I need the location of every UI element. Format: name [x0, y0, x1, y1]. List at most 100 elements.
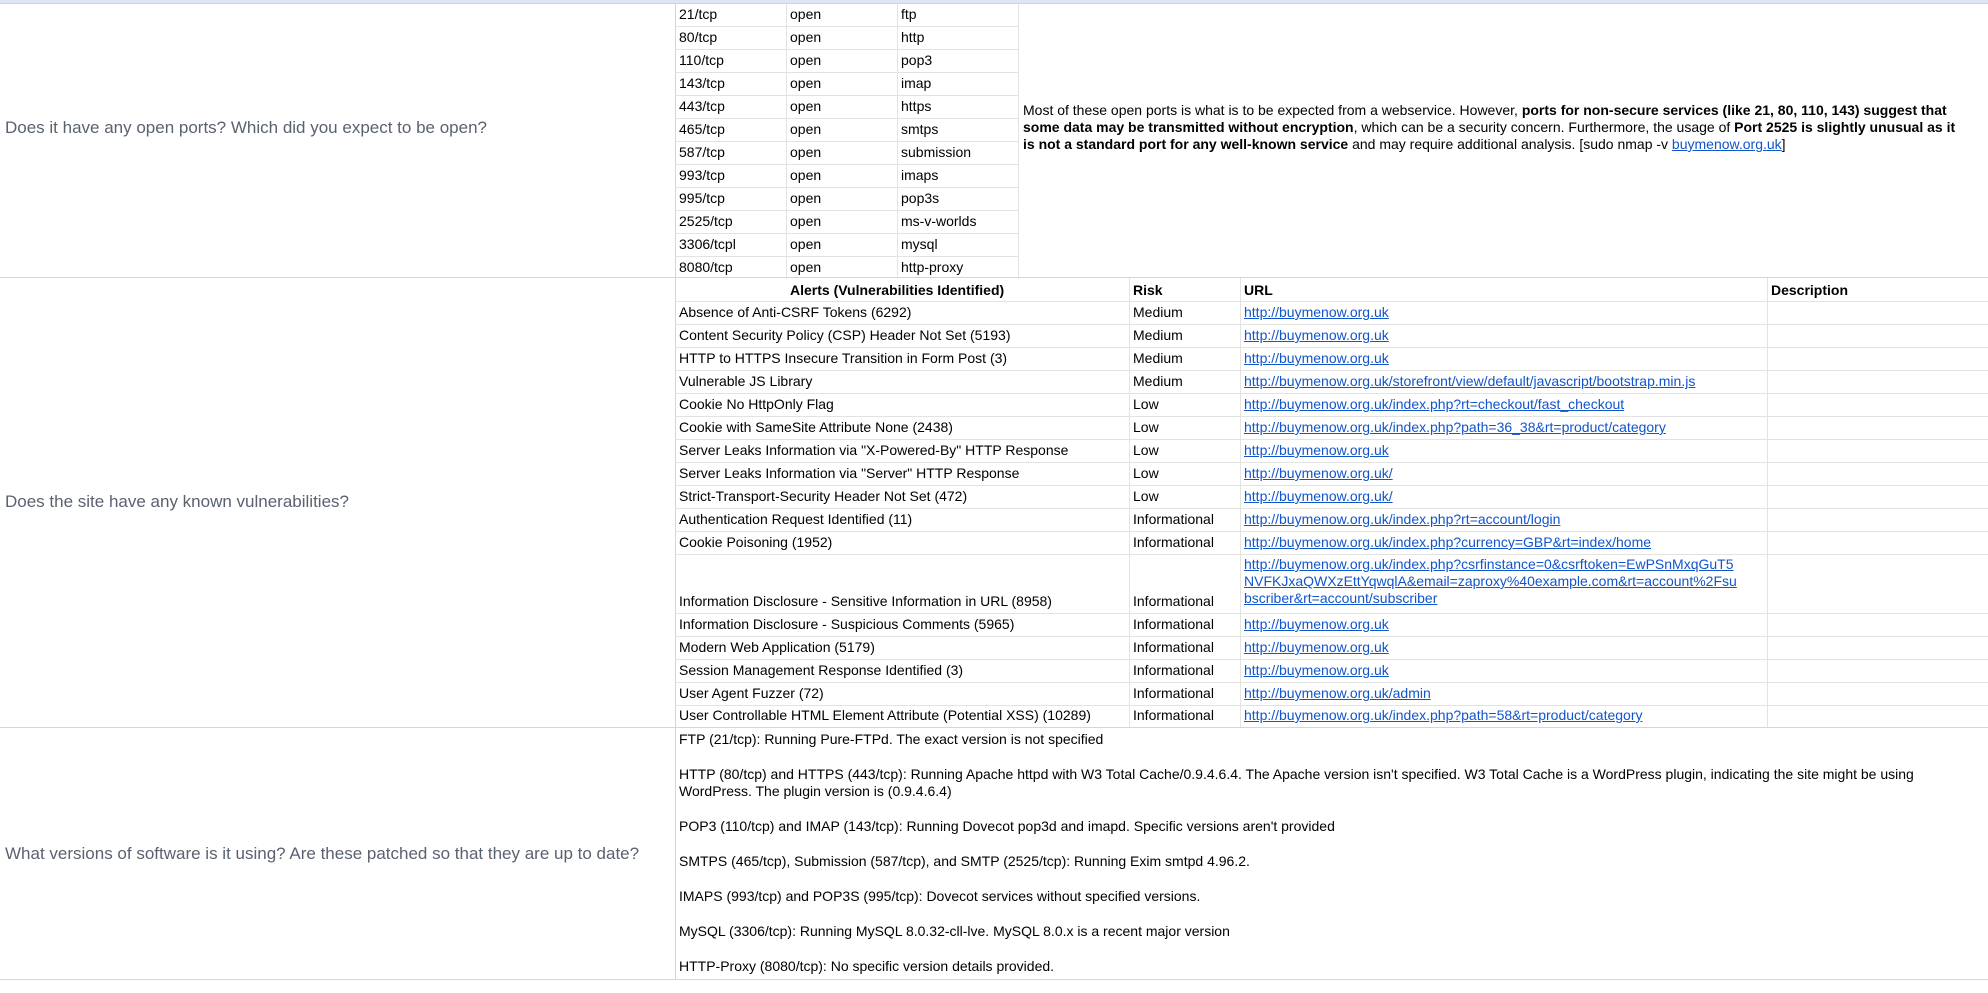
alert-name[interactable]: Cookie with SameSite Attribute None (243… [679, 419, 953, 436]
alert-url-link[interactable]: http://buymenow.org.uk/ [1244, 488, 1393, 505]
port-cell-state[interactable]: open [790, 52, 821, 69]
port-cell-port[interactable]: 8080/tcp [679, 259, 733, 276]
port-cell-port[interactable]: 465/tcp [679, 121, 725, 138]
alert-name[interactable]: Modern Web Application (5179) [679, 639, 875, 656]
alert-url-link[interactable]: http://buymenow.org.uk/index.php?currenc… [1244, 534, 1651, 551]
alert-url-link[interactable]: http://buymenow.org.uk [1244, 616, 1389, 633]
alert-name[interactable]: Information Disclosure - Suspicious Comm… [679, 616, 1014, 633]
alert-risk[interactable]: Medium [1133, 327, 1183, 344]
alert-name[interactable]: Session Management Response Identified (… [679, 662, 963, 679]
port-cell-state[interactable]: open [790, 144, 821, 161]
nmap-target-link[interactable]: buymenow.org.uk [1672, 136, 1782, 152]
alert-url-link[interactable]: http://buymenow.org.uk [1244, 327, 1389, 344]
port-cell-port[interactable]: 110/tcp [679, 52, 724, 69]
port-cell-state[interactable]: open [790, 236, 821, 253]
alert-risk[interactable]: Low [1133, 465, 1159, 482]
port-cell-state[interactable]: open [790, 29, 821, 46]
alert-url-link[interactable]: http://buymenow.org.uk/ [1244, 465, 1393, 482]
alert-name[interactable]: Content Security Policy (CSP) Header Not… [679, 327, 1010, 344]
port-cell-service[interactable]: imap [901, 75, 931, 92]
port-cell-port[interactable]: 143/tcp [679, 75, 725, 92]
alert-risk[interactable]: Medium [1133, 350, 1183, 367]
alert-name[interactable]: Cookie No HttpOnly Flag [679, 396, 834, 413]
port-cell-port[interactable]: 995/tcp [679, 190, 725, 207]
port-cell-port[interactable]: 993/tcp [679, 167, 725, 184]
alert-name[interactable]: Information Disclosure - Sensitive Infor… [679, 593, 1052, 610]
alert-name[interactable]: Server Leaks Information via "Server" HT… [679, 465, 1019, 482]
alert-name[interactable]: Cookie Poisoning (1952) [679, 534, 832, 551]
port-cell-service[interactable]: http-proxy [901, 259, 963, 276]
alert-risk[interactable]: Informational [1133, 639, 1214, 656]
alert-risk[interactable]: Medium [1133, 373, 1183, 390]
question-ports[interactable]: Does it have any open ports? Which did y… [5, 118, 487, 138]
alert-risk[interactable]: Informational [1133, 685, 1214, 702]
alert-url-link[interactable]: http://buymenow.org.uk/index.php?rt=acco… [1244, 511, 1560, 528]
port-cell-state[interactable]: open [790, 213, 821, 230]
alert-url-link[interactable]: NVFKJxaQWXzEttYqwqlA&email=zaproxy%40exa… [1244, 573, 1737, 590]
alert-url-link[interactable]: http://buymenow.org.uk/index.php?rt=chec… [1244, 396, 1624, 413]
alert-risk[interactable]: Informational [1133, 616, 1214, 633]
alert-url-link[interactable]: bscriber&rt=account/subscriber [1244, 590, 1437, 607]
port-cell-port[interactable]: 443/tcp [679, 98, 725, 115]
alert-url-link[interactable]: http://buymenow.org.uk [1244, 639, 1389, 656]
port-cell-service[interactable]: http [901, 29, 924, 46]
port-cell-service[interactable]: ms-v-worlds [901, 213, 976, 230]
alert-risk[interactable]: Informational [1133, 534, 1214, 551]
alert-url-link[interactable]: http://buymenow.org.uk [1244, 304, 1389, 321]
alert-url-link[interactable]: http://buymenow.org.uk [1244, 662, 1389, 679]
port-cell-port[interactable]: 80/tcp [679, 29, 717, 46]
port-cell-state[interactable]: open [790, 167, 821, 184]
alert-name[interactable]: Vulnerable JS Library [679, 373, 812, 390]
question-vulnerabilities[interactable]: Does the site have any known vulnerabili… [5, 492, 349, 512]
port-cell-service[interactable]: pop3 [901, 52, 932, 69]
port-cell-state[interactable]: open [790, 75, 821, 92]
alert-url-link[interactable]: http://buymenow.org.uk/index.php?csrfins… [1244, 556, 1734, 573]
alert-name[interactable]: HTTP to HTTPS Insecure Transition in For… [679, 350, 1007, 367]
port-cell-service[interactable]: pop3s [901, 190, 939, 207]
alert-name[interactable]: Authentication Request Identified (11) [679, 511, 912, 528]
port-cell-port[interactable]: 2525/tcp [679, 213, 733, 230]
port-cell-service[interactable]: submission [901, 144, 971, 161]
alert-risk[interactable]: Low [1133, 419, 1159, 436]
ports-answer[interactable]: Most of these open ports is what is to b… [1023, 102, 1963, 153]
alert-url-link[interactable]: http://buymenow.org.uk/admin [1244, 685, 1431, 702]
port-cell-port[interactable]: 3306/tcpl [679, 236, 736, 253]
alert-risk[interactable]: Low [1133, 396, 1159, 413]
alerts-header-url[interactable]: URL [1244, 282, 1273, 299]
alert-url-link[interactable]: http://buymenow.org.uk/storefront/view/d… [1244, 373, 1695, 390]
alert-url-link[interactable]: http://buymenow.org.uk [1244, 442, 1389, 459]
alert-url-link[interactable]: http://buymenow.org.uk/index.php?path=36… [1244, 419, 1666, 436]
alert-name[interactable]: User Agent Fuzzer (72) [679, 685, 824, 702]
alert-risk[interactable]: Informational [1133, 511, 1214, 528]
port-cell-state[interactable]: open [790, 259, 821, 276]
alerts-gridline [675, 659, 1988, 660]
versions-answer[interactable]: FTP (21/tcp): Running Pure-FTPd. The exa… [679, 731, 1979, 993]
alert-url-link[interactable]: http://buymenow.org.uk/index.php?path=58… [1244, 707, 1643, 724]
port-cell-service[interactable]: imaps [901, 167, 938, 184]
alert-name[interactable]: Absence of Anti-CSRF Tokens (6292) [679, 304, 911, 321]
alert-name[interactable]: User Controllable HTML Element Attribute… [679, 707, 1091, 724]
alerts-header-description[interactable]: Description [1771, 282, 1848, 299]
alert-risk[interactable]: Low [1133, 488, 1159, 505]
port-cell-service[interactable]: mysql [901, 236, 938, 253]
alert-risk[interactable]: Informational [1133, 662, 1214, 679]
port-cell-port[interactable]: 21/tcp [679, 6, 717, 23]
port-cell-service[interactable]: https [901, 98, 931, 115]
question-versions[interactable]: What versions of software is it using? A… [5, 844, 639, 864]
alert-url-link[interactable]: http://buymenow.org.uk [1244, 350, 1389, 367]
alert-risk[interactable]: Informational [1133, 707, 1214, 724]
port-cell-state[interactable]: open [790, 6, 821, 23]
port-cell-port[interactable]: 587/tcp [679, 144, 725, 161]
alert-risk[interactable]: Informational [1133, 593, 1214, 610]
port-cell-service[interactable]: smtps [901, 121, 938, 138]
alert-name[interactable]: Server Leaks Information via "X-Powered-… [679, 442, 1068, 459]
alert-risk[interactable]: Medium [1133, 304, 1183, 321]
port-cell-state[interactable]: open [790, 190, 821, 207]
port-cell-service[interactable]: ftp [901, 6, 917, 23]
alerts-header-alert[interactable]: Alerts (Vulnerabilities Identified) [790, 282, 1004, 299]
alert-name[interactable]: Strict-Transport-Security Header Not Set… [679, 488, 967, 505]
alert-risk[interactable]: Low [1133, 442, 1159, 459]
alerts-header-risk[interactable]: Risk [1133, 282, 1163, 299]
port-cell-state[interactable]: open [790, 121, 821, 138]
port-cell-state[interactable]: open [790, 98, 821, 115]
